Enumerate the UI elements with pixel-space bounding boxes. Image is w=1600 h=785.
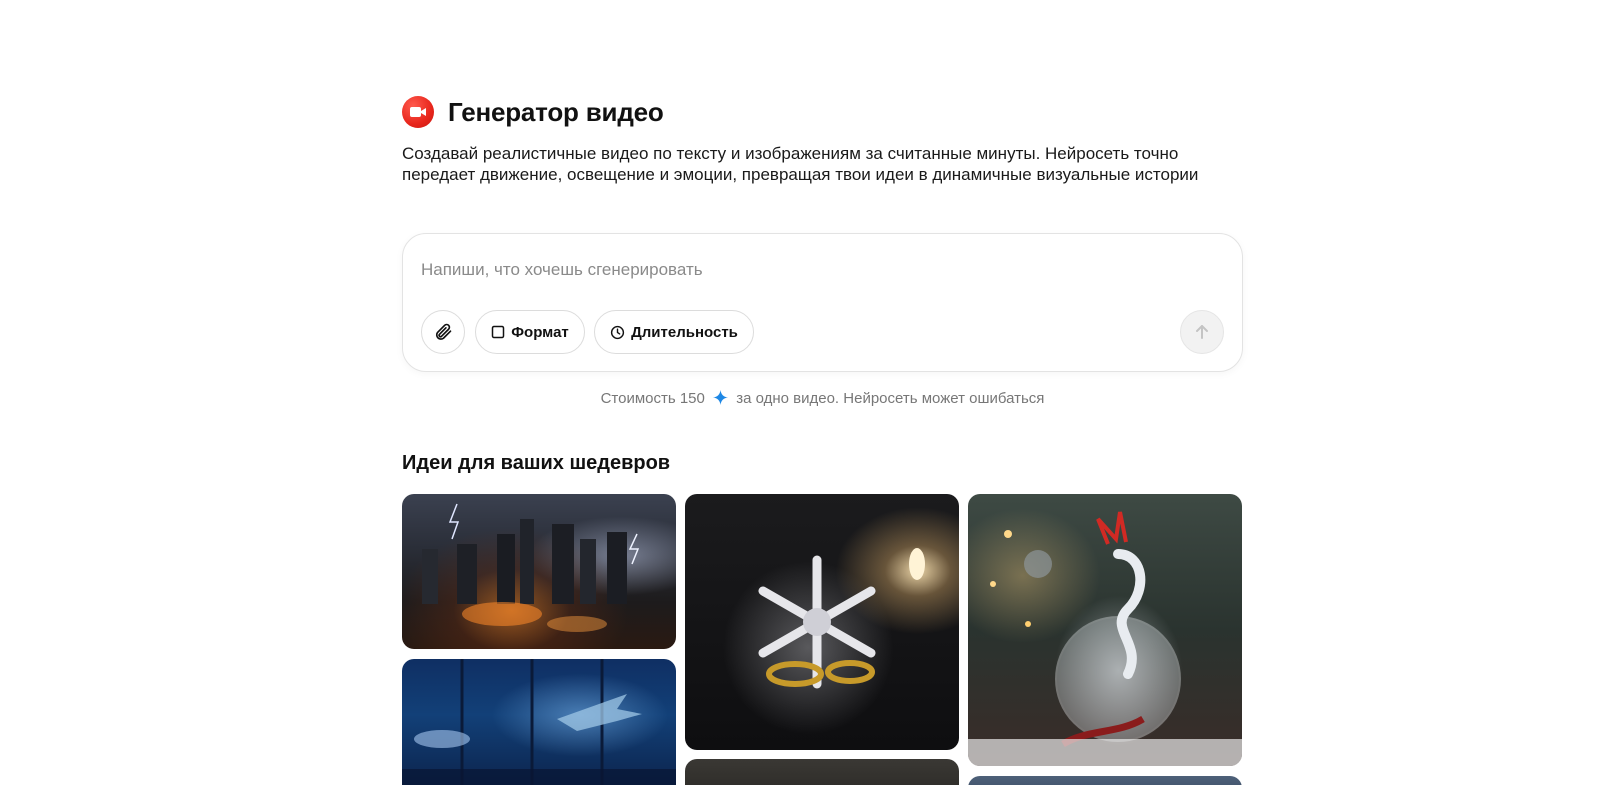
prompt-input[interactable] (421, 256, 1201, 284)
ideas-gallery (402, 494, 1243, 785)
attach-button[interactable] (421, 310, 465, 354)
idea-card-glass[interactable] (685, 759, 959, 785)
idea-card-mountain[interactable] (968, 776, 1242, 785)
ideas-section-title: Идеи для ваших шедевров (402, 452, 671, 474)
crystal-dragon-image (968, 511, 1242, 766)
idea-card-crystal-dragon[interactable] (968, 494, 1242, 766)
cost-notice: Стоимость 150 за одно видео. Нейросеть м… (402, 390, 1243, 407)
arrow-up-icon (1196, 325, 1208, 339)
format-button[interactable]: Формат (475, 310, 585, 354)
send-button[interactable] (1180, 310, 1224, 354)
header: Генератор видео (402, 96, 664, 128)
duration-button[interactable]: Длительность (594, 310, 754, 354)
page-title: Генератор видео (448, 96, 664, 127)
video-camera-icon (402, 96, 434, 128)
square-icon (491, 325, 505, 339)
snowflake-brooch-image (758, 548, 925, 689)
clock-icon (610, 325, 625, 339)
sparkle-icon (713, 390, 729, 405)
idea-card-snowflake-brooch[interactable] (685, 494, 959, 750)
cost-prefix: Стоимость 150 (600, 390, 705, 407)
prompt-composer: Формат Длительность (402, 233, 1243, 372)
storm-city-image (422, 503, 640, 632)
shark-aquarium-image (402, 659, 676, 785)
cost-suffix: за одно видео. Нейросеть может ошибаться (736, 390, 1045, 407)
format-label: Формат (511, 323, 569, 341)
page: Генератор видео Создавай реалистичные ви… (0, 0, 1600, 785)
duration-label: Длительность (631, 323, 738, 341)
page-description: Создавай реалистичные видео по тексту и … (402, 144, 1199, 184)
idea-card-shark-aquarium[interactable] (402, 659, 676, 785)
idea-card-storm-city[interactable] (402, 494, 676, 649)
paperclip-icon (435, 323, 452, 340)
